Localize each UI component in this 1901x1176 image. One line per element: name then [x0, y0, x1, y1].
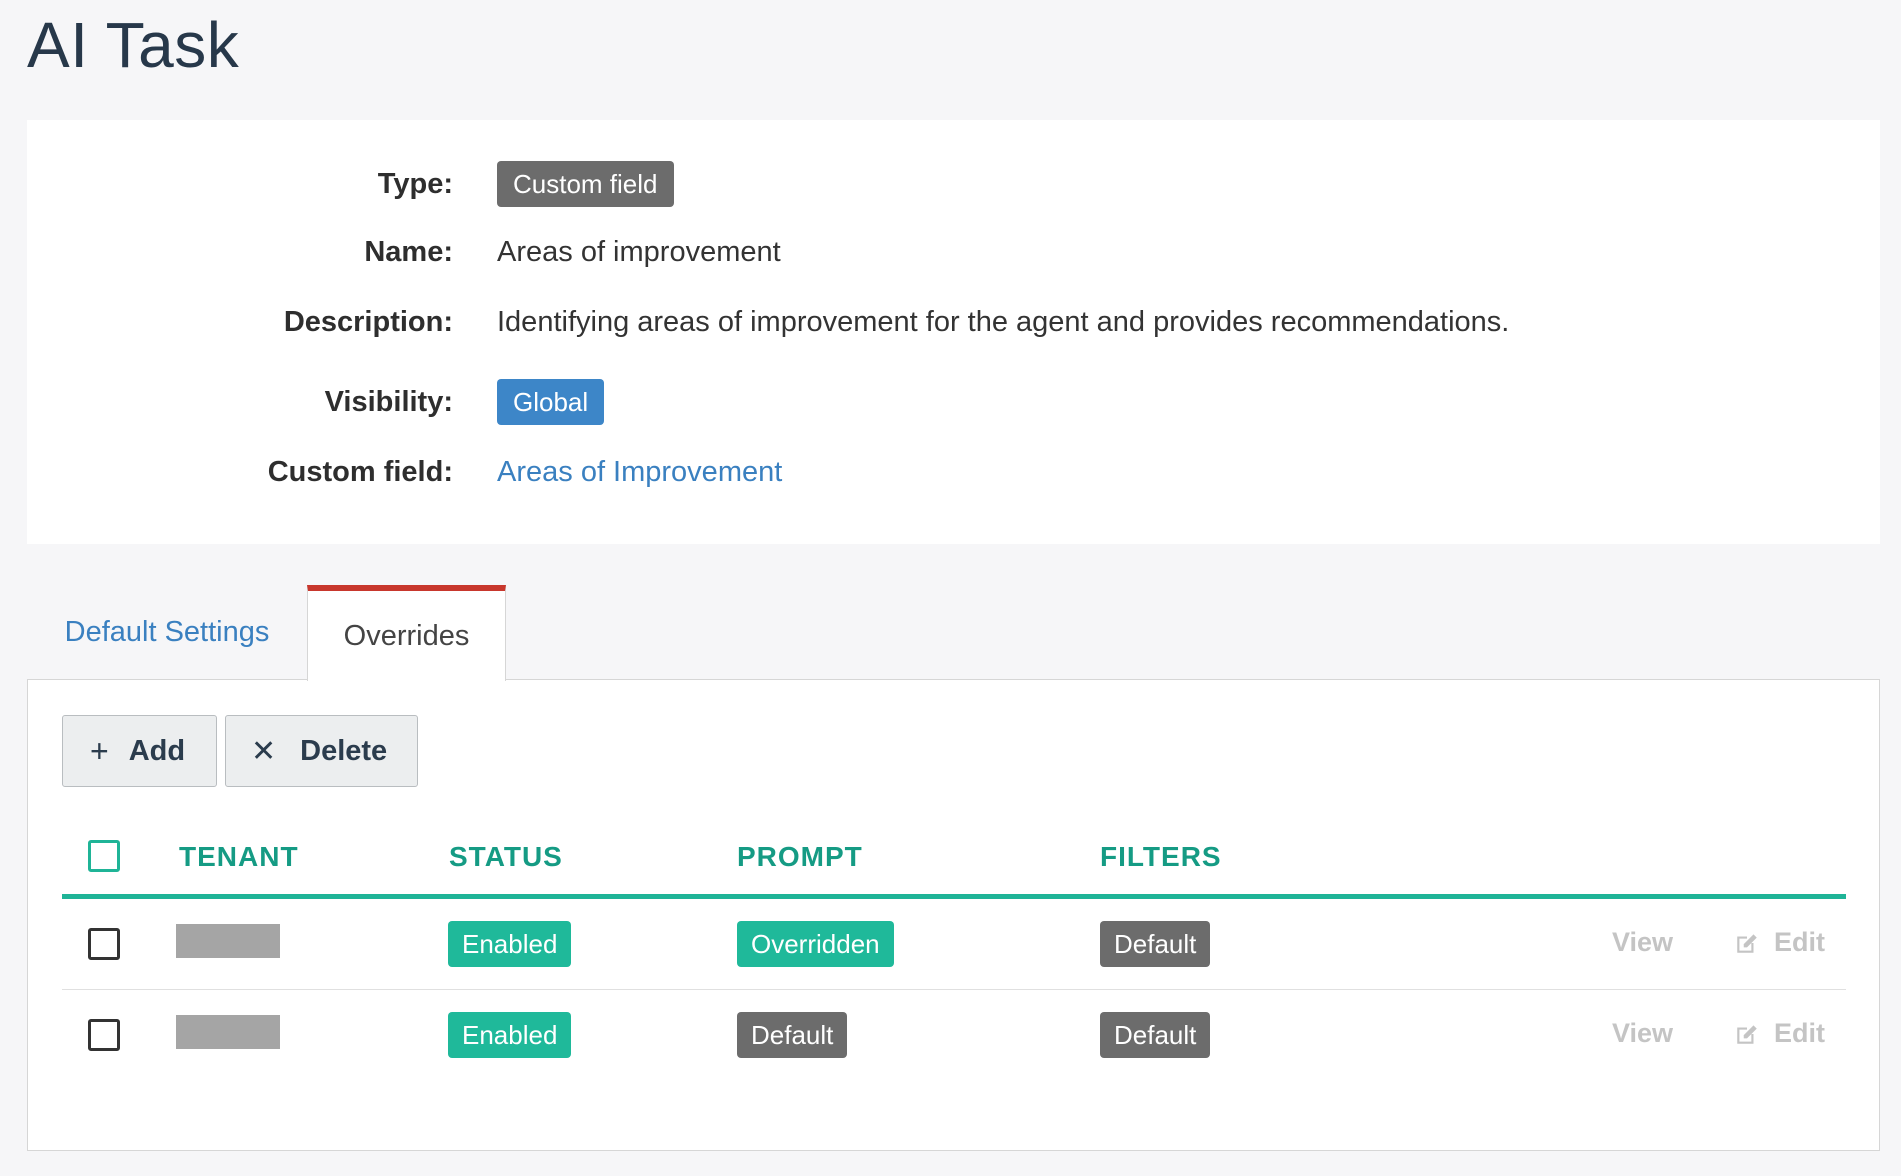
custom-field-label: Custom field:: [267, 455, 453, 488]
status-badge: Enabled: [448, 921, 572, 967]
overrides-table: TENANT STATUS PROMPT FILTERS Enabled Ove…: [62, 820, 1846, 1080]
column-header-status[interactable]: STATUS: [449, 820, 563, 894]
edit-icon: [1737, 1024, 1757, 1044]
details-card: Type: Custom field Name: Areas of improv…: [27, 120, 1880, 544]
column-header-filters[interactable]: FILTERS: [1100, 820, 1222, 894]
delete-button-label: Delete: [300, 734, 388, 767]
description-value: Identifying areas of improvement for the…: [497, 305, 1510, 338]
table-row: Enabled Overridden Default View Edit: [62, 899, 1846, 990]
edit-link[interactable]: Edit: [1734, 927, 1825, 958]
prompt-badge: Default: [737, 1012, 848, 1058]
custom-field-value: Areas of Improvement: [497, 456, 782, 489]
select-all-checkbox[interactable]: [88, 840, 120, 872]
detail-row-visibility: Visibility: Global: [27, 378, 1880, 426]
type-badge: Custom field: [497, 161, 674, 207]
custom-field-link[interactable]: Areas of Improvement: [497, 456, 782, 488]
prompt-badge: Overridden: [737, 921, 894, 967]
name-label: Name:: [364, 235, 453, 268]
plus-icon: +: [90, 732, 109, 769]
description-label: Description:: [283, 305, 453, 338]
tab-overrides[interactable]: Overrides: [307, 585, 506, 681]
visibility-label: Visibility:: [324, 385, 453, 418]
overrides-panel: + Add ✕ Delete TENANT STATUS PROMPT FILT…: [27, 679, 1880, 1151]
add-button-label: Add: [128, 734, 186, 767]
table-header: TENANT STATUS PROMPT FILTERS: [62, 820, 1846, 899]
filters-badge: Default: [1100, 921, 1211, 967]
edit-link[interactable]: Edit: [1734, 1018, 1825, 1049]
close-icon: ✕: [251, 734, 277, 768]
type-label: Type:: [377, 167, 453, 200]
view-link[interactable]: View: [1612, 927, 1673, 958]
visibility-badge: Global: [497, 379, 605, 425]
tenant-name-redacted: [176, 1015, 280, 1049]
page-title: AI Task: [27, 9, 240, 81]
tenant-name-redacted: [176, 924, 280, 958]
add-button[interactable]: + Add: [62, 715, 217, 787]
edit-link-label: Edit: [1774, 1018, 1825, 1048]
tab-default-settings[interactable]: Default Settings: [27, 585, 307, 680]
visibility-value: Global: [497, 379, 605, 425]
delete-button[interactable]: ✕ Delete: [225, 715, 418, 787]
detail-row-description: Description: Identifying areas of improv…: [27, 298, 1880, 346]
column-header-prompt[interactable]: PROMPT: [737, 820, 863, 894]
column-header-tenant[interactable]: TENANT: [179, 820, 299, 894]
type-value: Custom field: [497, 161, 674, 207]
detail-row-custom-field: Custom field: Areas of Improvement: [27, 448, 1880, 496]
row-checkbox[interactable]: [88, 1019, 120, 1051]
detail-row-type: Type: Custom field: [27, 160, 1880, 208]
view-link[interactable]: View: [1612, 1018, 1673, 1049]
row-checkbox[interactable]: [88, 928, 120, 960]
table-row: Enabled Default Default View Edit: [62, 990, 1846, 1080]
edit-icon: [1737, 933, 1757, 953]
name-value: Areas of improvement: [497, 235, 781, 268]
status-badge: Enabled: [448, 1012, 572, 1058]
edit-link-label: Edit: [1774, 927, 1825, 957]
filters-badge: Default: [1100, 1012, 1211, 1058]
detail-row-name: Name: Areas of improvement: [27, 228, 1880, 276]
